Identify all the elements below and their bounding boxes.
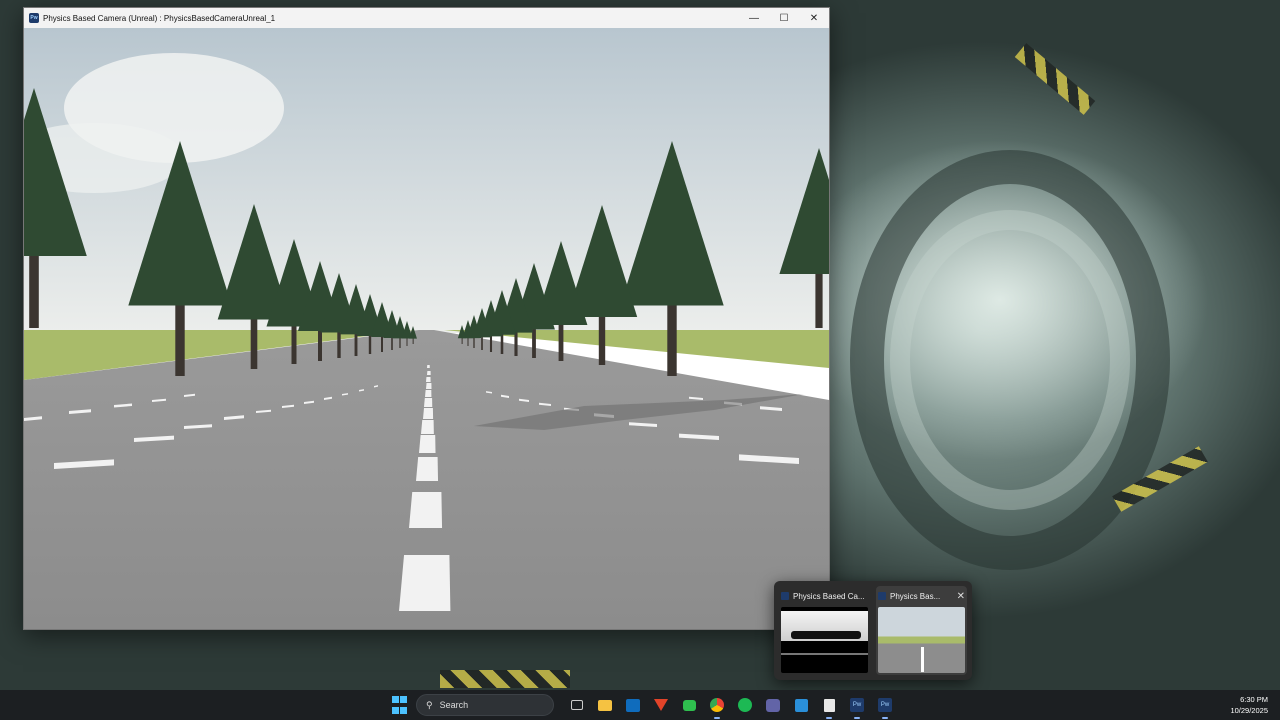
search-icon: ⚲ bbox=[426, 699, 433, 710]
notepad-icon[interactable] bbox=[818, 694, 840, 719]
clock-time: 6:30 PM bbox=[1240, 695, 1268, 704]
file-explorer-icon[interactable] bbox=[594, 694, 616, 716]
taskbar: ⚲ Search Pw Pw 6:30 PM 10/29/2025 bbox=[0, 690, 1280, 720]
lane-dash bbox=[419, 435, 436, 453]
system-clock[interactable]: 6:30 PM 10/29/2025 bbox=[1230, 694, 1268, 716]
thumbnail-preview bbox=[781, 607, 868, 673]
taskbar-search[interactable]: ⚲ Search bbox=[416, 694, 554, 716]
thumbnail-window-2[interactable]: Physics Bas... ✕ bbox=[876, 586, 967, 675]
app-green-icon[interactable] bbox=[678, 694, 700, 716]
chrome-icon[interactable] bbox=[706, 694, 728, 719]
gitlab-icon[interactable] bbox=[650, 694, 672, 716]
spotify-icon[interactable] bbox=[734, 694, 756, 716]
pw-app-icon-1[interactable]: Pw bbox=[846, 694, 868, 719]
lane-dash bbox=[426, 383, 432, 389]
close-button[interactable]: ✕ bbox=[799, 8, 829, 28]
unreal-app-icon bbox=[878, 592, 886, 600]
unreal-app-icon bbox=[781, 592, 789, 600]
lane-dash bbox=[424, 398, 433, 407]
lane-dash bbox=[425, 390, 432, 397]
lane-dash bbox=[423, 408, 434, 419]
lane-dash bbox=[427, 365, 430, 368]
lane-dash bbox=[399, 555, 451, 611]
minimize-button[interactable]: — bbox=[739, 8, 769, 28]
wallpaper-hazard-stripe-floor bbox=[440, 670, 570, 688]
outlook-icon[interactable] bbox=[622, 694, 644, 716]
task-view-icon[interactable] bbox=[566, 694, 588, 716]
thumbnail-label: Physics Bas... bbox=[890, 591, 941, 601]
teams-icon[interactable] bbox=[762, 694, 784, 716]
windows-start-icon[interactable] bbox=[388, 694, 410, 716]
thumbnail-window-1[interactable]: Physics Based Ca... bbox=[779, 586, 870, 675]
window-titlebar[interactable]: Pw Physics Based Camera (Unreal) : Physi… bbox=[24, 8, 829, 28]
lane-dash bbox=[427, 371, 431, 375]
lane-dash bbox=[426, 377, 431, 382]
clock-date: 10/29/2025 bbox=[1230, 706, 1268, 715]
window-title: Physics Based Camera (Unreal) : PhysicsB… bbox=[43, 13, 276, 23]
vscode-icon[interactable] bbox=[790, 694, 812, 716]
wallpaper-inner-ring bbox=[890, 210, 1130, 510]
maximize-button[interactable]: ☐ bbox=[769, 8, 799, 28]
lane-dash bbox=[409, 492, 443, 528]
lane-dash bbox=[421, 420, 434, 434]
thumbnail-label: Physics Based Ca... bbox=[793, 591, 865, 601]
taskbar-thumbnail-popup: Physics Based Ca... Physics Bas... ✕ bbox=[774, 581, 972, 680]
pw-app-icon-2[interactable]: Pw bbox=[874, 694, 896, 719]
wallpaper-hazard-stripe-top bbox=[1014, 43, 1096, 115]
road-scene bbox=[24, 28, 829, 629]
thumbnail-preview bbox=[878, 607, 965, 673]
unreal-app-icon: Pw bbox=[29, 13, 39, 23]
lane-dash bbox=[416, 457, 439, 481]
app-window[interactable]: Pw Physics Based Camera (Unreal) : Physi… bbox=[23, 7, 830, 630]
search-placeholder: Search bbox=[439, 700, 469, 710]
thumbnail-close-button[interactable]: ✕ bbox=[957, 591, 965, 602]
render-viewport[interactable] bbox=[24, 28, 829, 629]
